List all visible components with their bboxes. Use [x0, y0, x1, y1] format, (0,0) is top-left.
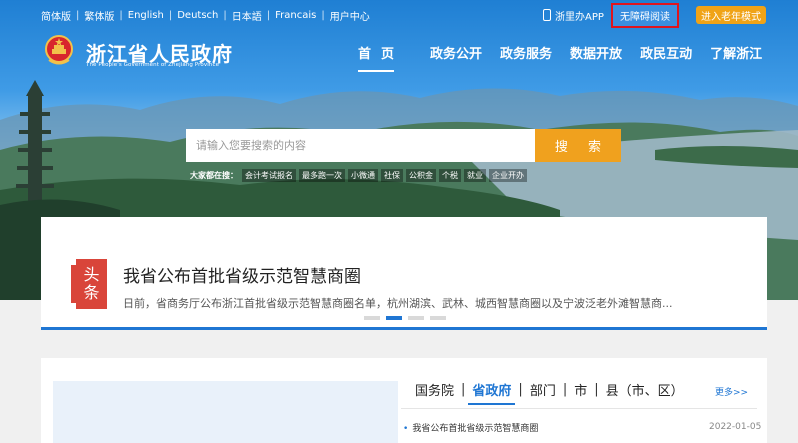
tab-counties[interactable]: 县（市、区）	[602, 380, 688, 399]
hot-tag[interactable]: 会计考试报名	[242, 169, 296, 182]
headline-summary[interactable]: 日前，省商务厅公布浙江首批省级示范智慧商圈名单，杭州湖滨、武林、城西智慧商圈以及…	[123, 295, 733, 311]
hot-tag[interactable]: 个税	[439, 169, 461, 182]
app-download-button[interactable]: 浙里办APP	[543, 6, 604, 24]
news-tabs: 国务院 | 省政府 | 部门 | 市 | 县（市、区）	[411, 380, 688, 405]
lang-english[interactable]: English	[128, 10, 164, 21]
site-subtitle: The People's Government of Zhejiang Prov…	[86, 62, 220, 68]
lang-japanese[interactable]: 日本語	[232, 8, 262, 23]
elder-mode-button[interactable]: 进入老年模式	[696, 6, 766, 24]
accessibility-button[interactable]: 无障碍阅读	[611, 3, 679, 28]
headline-title[interactable]: 我省公布首批省级示范智慧商圈	[123, 262, 361, 287]
hot-tag[interactable]: 最多跑一次	[299, 169, 345, 182]
nav-open-data[interactable]: 数据开放	[570, 43, 622, 62]
headline-badge: 头 条	[71, 259, 107, 309]
language-bar: 简体版 | 繁体版 | English | Deutsch | 日本語 | Francai…	[41, 8, 370, 23]
news-panel: 国务院| 省政府| 部门| 市| 县（市、区） 更多>> 我省公布首批省级示范智…	[41, 358, 767, 443]
search-button[interactable]: 搜 索	[535, 129, 621, 162]
badge-char-bottom: 条	[83, 283, 100, 302]
news-image[interactable]	[53, 381, 398, 443]
hot-tag[interactable]: 企业开办	[489, 169, 527, 182]
more-link[interactable]: 更多>>	[715, 385, 748, 398]
lang-traditional[interactable]: 繁体版	[84, 8, 114, 23]
carousel-dots	[364, 316, 446, 320]
nav-gov-services[interactable]: 政务服务	[500, 43, 552, 62]
hot-searches-label: 大家都在搜：	[190, 171, 238, 180]
nav-home[interactable]: 首页	[358, 43, 404, 72]
carousel-dot[interactable]	[364, 316, 380, 320]
hot-searches: 大家都在搜： 会计考试报名 最多跑一次 小微通 社保 公积金 个税 就业 企业开…	[190, 169, 530, 182]
lang-simplified[interactable]: 简体版	[41, 8, 71, 23]
user-center-link[interactable]: 用户中心	[330, 8, 370, 23]
tab-provincial-gov[interactable]: 省政府	[468, 380, 516, 405]
news-item-date: 2022-01-05	[709, 422, 762, 432]
tab-departments[interactable]: 部门	[526, 380, 560, 399]
phone-icon	[543, 9, 551, 21]
nav-interaction[interactable]: 政民互动	[640, 43, 692, 62]
hot-tag[interactable]: 小微通	[348, 169, 378, 182]
lang-francais[interactable]: Francais	[275, 10, 316, 21]
carousel-dot[interactable]	[386, 316, 402, 320]
badge-char-top: 头	[83, 265, 100, 285]
hot-tag[interactable]: 公积金	[406, 169, 436, 182]
search-input[interactable]	[186, 129, 535, 162]
nav-gov-affairs-open[interactable]: 政务公开	[430, 43, 482, 62]
lang-deutsch[interactable]: Deutsch	[177, 10, 218, 21]
main-nav: 首页 政务公开 政务服务 数据开放 政民互动 了解浙江	[358, 43, 780, 72]
hot-tag[interactable]: 就业	[464, 169, 486, 182]
nav-about-zhejiang[interactable]: 了解浙江	[710, 43, 762, 62]
search-bar: 搜 索	[186, 129, 621, 162]
hot-tag[interactable]: 社保	[381, 169, 403, 182]
tab-state-council[interactable]: 国务院	[411, 380, 458, 399]
tab-cities[interactable]: 市	[570, 380, 591, 399]
carousel-dot[interactable]	[430, 316, 446, 320]
news-item-title[interactable]: 我省公布首批省级示范智慧商圈	[403, 421, 538, 434]
news-divider	[401, 408, 757, 409]
headline-card: 头 条 我省公布首批省级示范智慧商圈 日前，省商务厅公布浙江首批省级示范智慧商圈…	[41, 217, 767, 330]
app-label: 浙里办APP	[555, 11, 604, 23]
carousel-dot[interactable]	[408, 316, 424, 320]
national-emblem-icon	[45, 35, 73, 65]
